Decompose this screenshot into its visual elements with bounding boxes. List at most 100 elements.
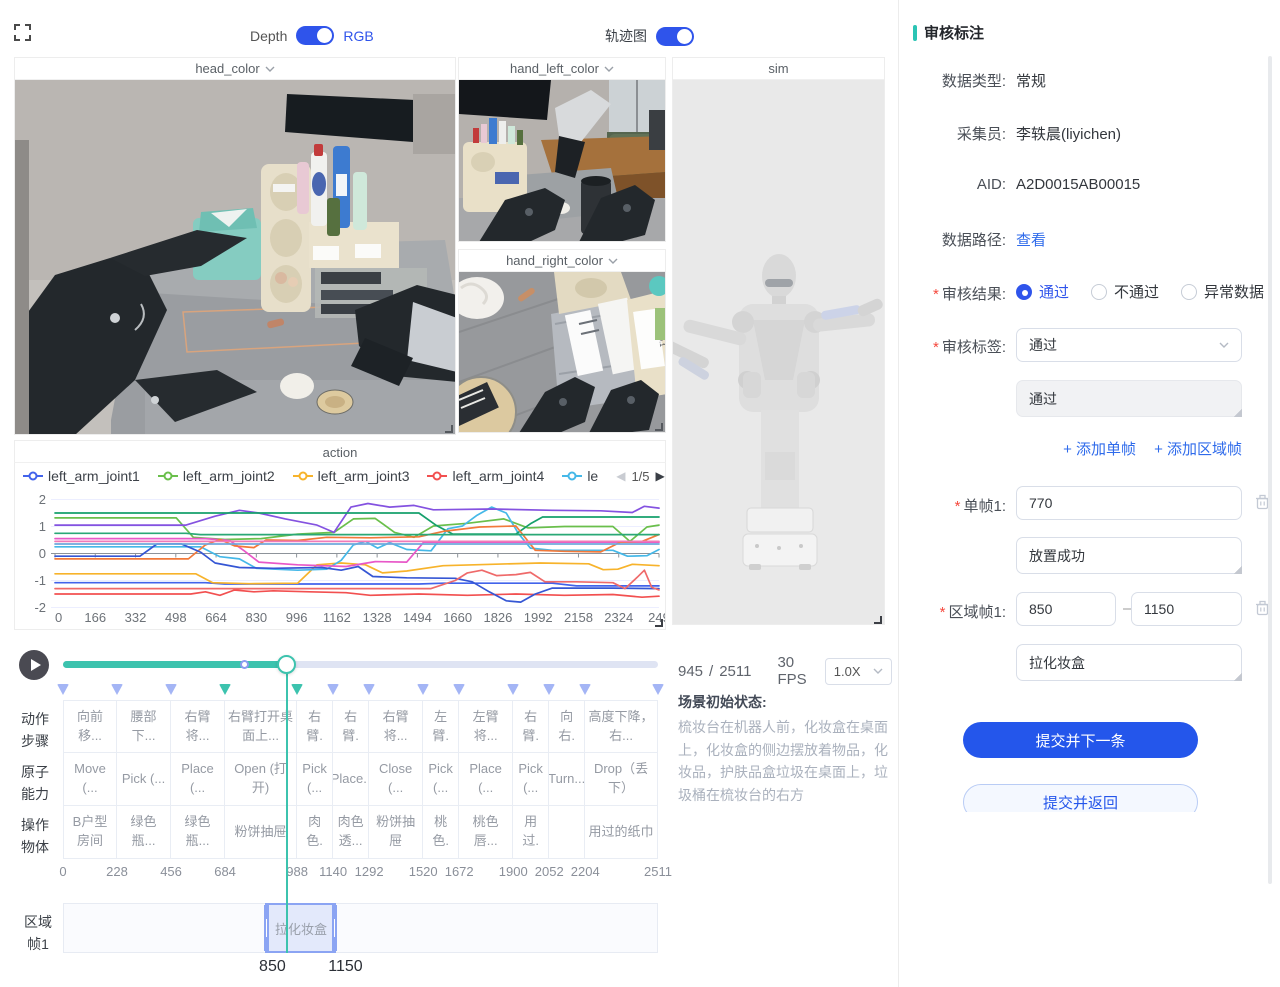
hand-right-camera-header[interactable]: hand_right_color [459,250,665,272]
region-track[interactable]: 拉化妆盒 [63,903,658,953]
step-marker-1900[interactable] [507,684,519,695]
table-cell[interactable]: Pick (... [423,753,459,806]
fullscreen-icon[interactable] [14,24,31,41]
step-marker-684[interactable] [219,684,231,695]
step-marker-1140[interactable] [327,684,339,695]
step-marker-1520[interactable] [417,684,429,695]
table-cell[interactable]: 右臂. [513,700,549,753]
region-note-textarea[interactable]: 拉化妆盒 [1016,644,1242,681]
step-marker-0[interactable] [57,684,69,695]
step-marker-2204[interactable] [579,684,591,695]
table-cell[interactable]: 用过的纸巾 [585,806,658,859]
table-cell[interactable]: Pick (... [513,753,549,806]
sim-panel-resize-handle[interactable] [874,616,882,624]
legend-prev-icon[interactable]: ◀ [616,469,625,483]
table-cell[interactable]: 绿色瓶... [171,806,225,859]
table-cell[interactable]: 左臂将... [459,700,513,753]
result-radio-通过[interactable]: 通过 [1016,281,1069,302]
table-cell[interactable]: 高度下降，右... [585,700,658,753]
table-cell[interactable]: 右臂. [297,700,333,753]
result-radio-异常数据[interactable]: 异常数据 [1181,281,1264,302]
table-cell[interactable]: 用过. [513,806,549,859]
table-cell[interactable]: 右臂将... [171,700,225,753]
region-start-value: 850 [259,958,286,976]
progress-handle[interactable] [277,655,296,674]
legend-item-le[interactable]: le [562,468,598,484]
table-cell[interactable]: 右臂将... [369,700,423,753]
table-cell[interactable]: Place (... [459,753,513,806]
table-cell[interactable]: Pick (... [117,753,171,806]
head-camera-header[interactable]: head_color [15,58,455,80]
data-path-link[interactable]: 查看 [1016,229,1046,250]
table-cell[interactable]: 左臂. [423,700,459,753]
step-marker-228[interactable] [111,684,123,695]
submit-back-button[interactable]: 提交并返回 [963,784,1198,812]
table-cell[interactable]: Turn... [549,753,585,806]
svg-text:1: 1 [39,519,46,534]
table-cell[interactable]: 粉饼抽屉 [369,806,423,859]
table-cell[interactable]: Pick (... [297,753,333,806]
steps-table: 向前移...腰部下...右臂将...右臂打开桌面上...右臂.右臂.右臂将...… [63,700,658,859]
table-cell[interactable]: 向右. [549,700,585,753]
trajectory-switch[interactable] [656,27,694,46]
table-cell[interactable]: Drop（丢下） [585,753,658,806]
progress-slider[interactable] [63,661,658,668]
legend-next-icon[interactable]: ▶ [656,469,665,483]
table-cell[interactable]: 向前移... [63,700,117,753]
single-frame-input[interactable] [1016,486,1242,520]
region-start-input[interactable] [1016,592,1116,626]
table-cell[interactable]: 桃色唇... [459,806,513,859]
chart-resize-handle[interactable] [655,619,663,627]
step-marker-1292[interactable] [363,684,375,695]
table-cell[interactable]: 绿色瓶... [117,806,171,859]
scene-initial-state: 场景初始状态: 梳妆台在机器人前，化妆盒在桌面上，化妆盒的侧边摆放着物品，化妆品… [678,692,892,807]
tag-select[interactable]: 通过 [1016,328,1242,362]
speed-select[interactable]: 1.0X [825,658,892,685]
hand-right-panel-resize-handle[interactable] [655,423,663,431]
table-cell[interactable]: 肉色. [297,806,333,859]
table-cell[interactable]: 右臂. [333,700,369,753]
step-marker-988[interactable] [291,684,303,695]
legend-item-left_arm_joint2[interactable]: left_arm_joint2 [158,468,275,484]
region-start-handle[interactable] [264,905,269,951]
step-marker-456[interactable] [165,684,177,695]
step-marker-2052[interactable] [543,684,555,695]
table-cell[interactable]: 肉色透... [333,806,369,859]
head-camera-view [15,80,455,435]
add-region-frame-link[interactable]: + 添加区域帧 [1154,438,1242,459]
step-marker-2511[interactable] [652,684,664,695]
player-info: 945 / 2511 30 FPS 1.0X [678,654,892,688]
table-cell[interactable]: Move (... [63,753,117,806]
scene-title: 场景初始状态: [678,692,892,712]
add-single-frame-link[interactable]: + 添加单帧 [1063,438,1136,459]
textarea-resize-handle[interactable] [1233,408,1242,417]
chevron-down-icon [265,66,275,72]
region-end-input[interactable] [1131,592,1242,626]
region-segment[interactable]: 拉化妆盒 [265,903,336,953]
table-cell[interactable]: Place.. [333,753,369,806]
region-end-handle[interactable] [332,905,337,951]
hand-left-camera-header[interactable]: hand_left_color [459,58,665,80]
submit-next-button[interactable]: 提交并下一条 [963,722,1198,758]
legend-item-left_arm_joint4[interactable]: left_arm_joint4 [427,468,544,484]
result-radio-不通过[interactable]: 不通过 [1091,281,1159,302]
tag-note-textarea[interactable]: 通过 [1016,380,1242,417]
head-panel-resize-handle[interactable] [445,425,453,433]
depth-rgb-switch[interactable] [296,26,334,45]
table-cell[interactable]: Close (... [369,753,423,806]
legend-item-left_arm_joint1[interactable]: left_arm_joint1 [23,468,140,484]
current-frame: 945 [678,663,703,680]
table-cell[interactable]: 桃色. [423,806,459,859]
radio-icon [1016,284,1032,300]
textarea-resize-handle[interactable] [1233,672,1242,681]
single-frame-note-textarea[interactable]: 放置成功 [1016,537,1242,574]
table-cell[interactable] [549,806,585,859]
textarea-resize-handle[interactable] [1233,565,1242,574]
legend-item-left_arm_joint3[interactable]: left_arm_joint3 [293,468,410,484]
table-cell[interactable]: 腰部下... [117,700,171,753]
table-cell[interactable]: Place (... [171,753,225,806]
panel-scrollbar[interactable] [1268,56,1272,884]
play-button[interactable] [19,650,49,680]
table-cell[interactable]: B户型房间 [63,806,117,859]
step-marker-1672[interactable] [453,684,465,695]
